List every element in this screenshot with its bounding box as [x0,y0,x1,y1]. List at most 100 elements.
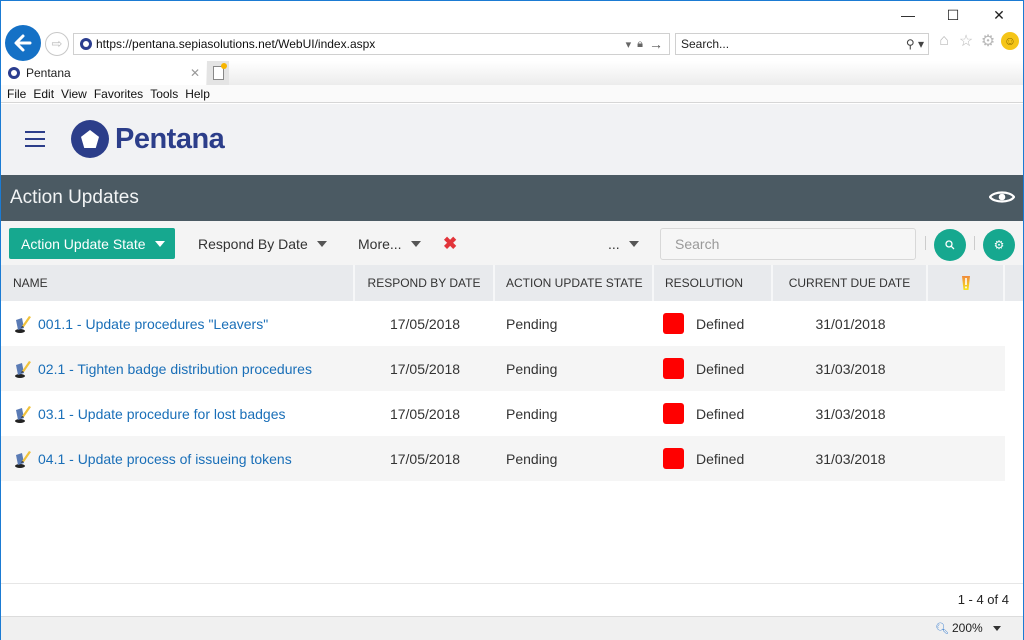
action-update-link[interactable]: 04.1 - Update process of issueing tokens [38,451,292,467]
browser-window: — ☐ ✕ ⇨ https://pentana.sepiasolutions.n… [0,0,1024,640]
menu-tools[interactable]: Tools [150,87,178,101]
close-tab-icon[interactable]: ✕ [190,66,200,80]
settings-gear-icon[interactable]: ⚙ [979,32,997,50]
divider [974,236,975,250]
action-update-icon [15,360,31,378]
gear-icon: ⚙ [993,238,1005,252]
pentana-logo[interactable]: Pentana [71,120,225,158]
menu-edit[interactable]: Edit [33,87,54,101]
table-row[interactable]: 04.1 - Update process of issueing tokens… [1,436,1023,481]
search-icon [945,240,955,250]
search-input[interactable] [675,236,905,252]
more-filters-dropdown[interactable]: More... [358,228,421,259]
search-icon[interactable]: ⚲ ▾ [906,37,924,51]
column-header-flag[interactable] [928,265,1005,301]
flag-indicator-icon [961,276,970,290]
menu-bar: File Edit View Favorites Tools Help [1,85,1023,103]
column-header-name[interactable]: NAME [1,265,355,301]
column-header-respond-by-date[interactable]: RESPOND BY DATE [355,265,495,301]
respond-by-date-cell: 17/05/2018 [389,450,461,467]
respond-by-date-cell: 17/05/2018 [389,315,461,332]
action-update-state-cell: Pending [506,450,558,467]
address-url[interactable]: https://pentana.sepiasolutions.net/WebUI… [96,37,626,51]
search-button[interactable] [934,229,966,261]
respond-by-date-cell: 17/05/2018 [389,360,461,377]
action-update-state-cell: Pending [506,405,558,422]
back-arrow-icon [14,34,32,52]
lock-icon[interactable]: 🔒︎ [637,38,643,51]
action-update-link[interactable]: 02.1 - Tighten badge distribution proced… [38,361,312,377]
navigation-bar: ⇨ https://pentana.sepiasolutions.net/Web… [1,25,1023,61]
zoom-dropdown-icon[interactable] [993,626,1001,631]
site-favicon-icon [80,38,92,50]
column-header-current-due-date[interactable]: CURRENT DUE DATE [773,265,928,301]
menu-favorites[interactable]: Favorites [94,87,143,101]
settings-button[interactable]: ⚙ [983,229,1015,261]
go-arrow-icon[interactable]: → [649,36,663,52]
eye-icon[interactable] [989,189,1015,205]
current-due-date-cell: 31/01/2018 [815,315,886,332]
pagination-summary: 1 - 4 of 4 [957,592,1009,607]
chevron-down-icon [628,240,639,247]
address-bar[interactable]: https://pentana.sepiasolutions.net/WebUI… [73,33,670,55]
tab-strip: Pentana ✕ [1,61,1023,85]
resolution-status-swatch [663,313,684,334]
browser-search-placeholder[interactable]: Search... [676,37,906,51]
column-header-resolution[interactable]: RESOLUTION [654,265,773,301]
forward-button[interactable]: ⇨ [45,32,69,56]
back-button[interactable] [5,25,41,61]
resolution-label: Defined [696,315,745,332]
footer-divider [1,583,1023,584]
view-options-dropdown[interactable]: ... [608,228,639,259]
maximize-button[interactable]: ☐ [930,1,976,29]
resolution-cell: Defined [654,346,773,391]
address-dropdown-icon[interactable]: ▾ [626,38,632,51]
resolution-status-swatch [663,403,684,424]
menu-file[interactable]: File [7,87,26,101]
page-title-bar: Action Updates [1,175,1023,221]
respond-by-date-filter[interactable]: Respond By Date [198,228,327,259]
close-window-button[interactable]: ✕ [976,1,1022,29]
respond-by-date-cell: 17/05/2018 [389,405,461,422]
chevron-down-icon [154,240,165,247]
action-update-state-cell: Pending [506,360,558,377]
action-update-icon [15,450,31,468]
hamburger-menu-icon[interactable] [25,131,45,147]
table-row[interactable]: 001.1 - Update procedures "Leavers" 17/0… [1,301,1023,346]
tab-favicon-icon [8,67,20,79]
pentana-logo-mark-icon [71,120,109,158]
chevron-down-icon [316,240,327,247]
table-row[interactable]: 02.1 - Tighten badge distribution proced… [1,346,1023,391]
action-update-state-cell: Pending [506,315,558,332]
menu-view[interactable]: View [61,87,87,101]
respond-by-date-label: Respond By Date [198,235,308,252]
favorites-star-icon[interactable]: ☆ [957,32,975,50]
filter-bar: Action Update State Respond By Date More… [1,221,1023,265]
resolution-status-swatch [663,448,684,469]
menu-help[interactable]: Help [185,87,210,101]
action-update-state-filter[interactable]: Action Update State [9,228,175,259]
home-icon[interactable]: ⌂ [935,32,953,50]
browser-search-box[interactable]: Search... ⚲ ▾ [675,33,929,55]
zoom-control[interactable]: 🔍︎ 200% [935,621,983,635]
new-tab-icon [212,63,227,80]
table-row[interactable]: 03.1 - Update procedure for lost badges … [1,391,1023,436]
column-header-action-update-state[interactable]: ACTION UPDATE STATE [495,265,654,301]
page-title: Action Updates [10,187,139,208]
app-header: Pentana [1,104,1023,175]
tab-pentana[interactable]: Pentana ✕ [1,61,206,85]
search-field[interactable] [660,228,916,260]
zoom-level[interactable]: 200% [952,621,983,635]
resolution-label: Defined [696,360,745,377]
resolution-status-swatch [663,358,684,379]
table-header: NAME RESPOND BY DATE ACTION UPDATE STATE… [1,265,1023,301]
forward-arrow-icon: ⇨ [51,36,63,51]
new-tab-button[interactable] [207,61,229,85]
more-filters-label: More... [358,235,402,252]
action-update-link[interactable]: 001.1 - Update procedures "Leavers" [38,316,268,332]
action-update-link[interactable]: 03.1 - Update procedure for lost badges [38,406,286,422]
clear-filters-icon[interactable]: ✖ [443,234,457,254]
brand-name: Pentana [115,122,225,155]
feedback-smiley-icon[interactable]: ☺ [1001,32,1019,50]
minimize-button[interactable]: — [885,1,931,29]
